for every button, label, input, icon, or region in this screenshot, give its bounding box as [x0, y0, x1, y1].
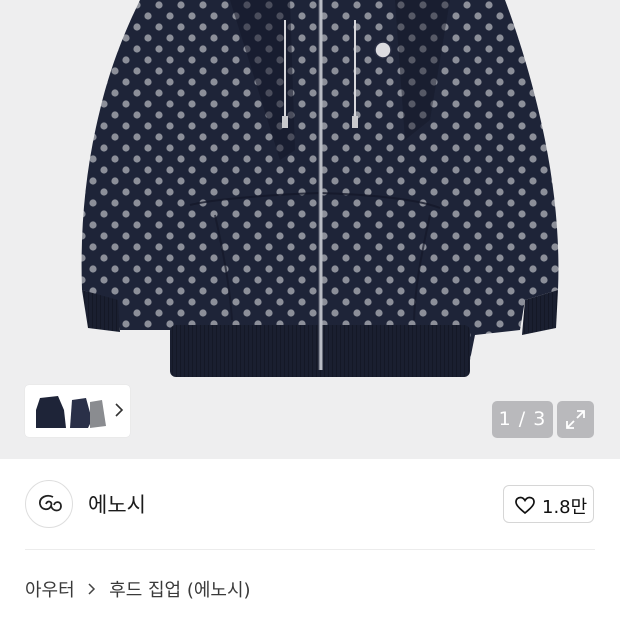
chevron-right-icon[interactable] [112, 402, 126, 418]
enosi-logo [39, 494, 62, 512]
expand-icon [566, 410, 585, 429]
brand-logo[interactable] [25, 480, 73, 528]
chevron-right-icon [87, 580, 96, 601]
expand-button[interactable] [557, 401, 594, 438]
like-button[interactable]: 1.8만 [503, 485, 594, 523]
breadcrumb-item-outer[interactable]: 아우터 [25, 580, 75, 601]
divider [25, 549, 595, 550]
product-image-gallery[interactable]: 1 / 3 [0, 0, 620, 459]
like-count: 1.8만 [542, 497, 588, 518]
brand-name[interactable]: 에노시 [88, 489, 146, 519]
breadcrumb: 아우터 후드 집업 (에노시) [25, 576, 251, 602]
heart-icon [515, 496, 535, 515]
page-indicator: 1 / 3 [492, 401, 553, 438]
breadcrumb-item-hood-zipup[interactable]: 후드 집업 (에노시) [109, 580, 250, 601]
